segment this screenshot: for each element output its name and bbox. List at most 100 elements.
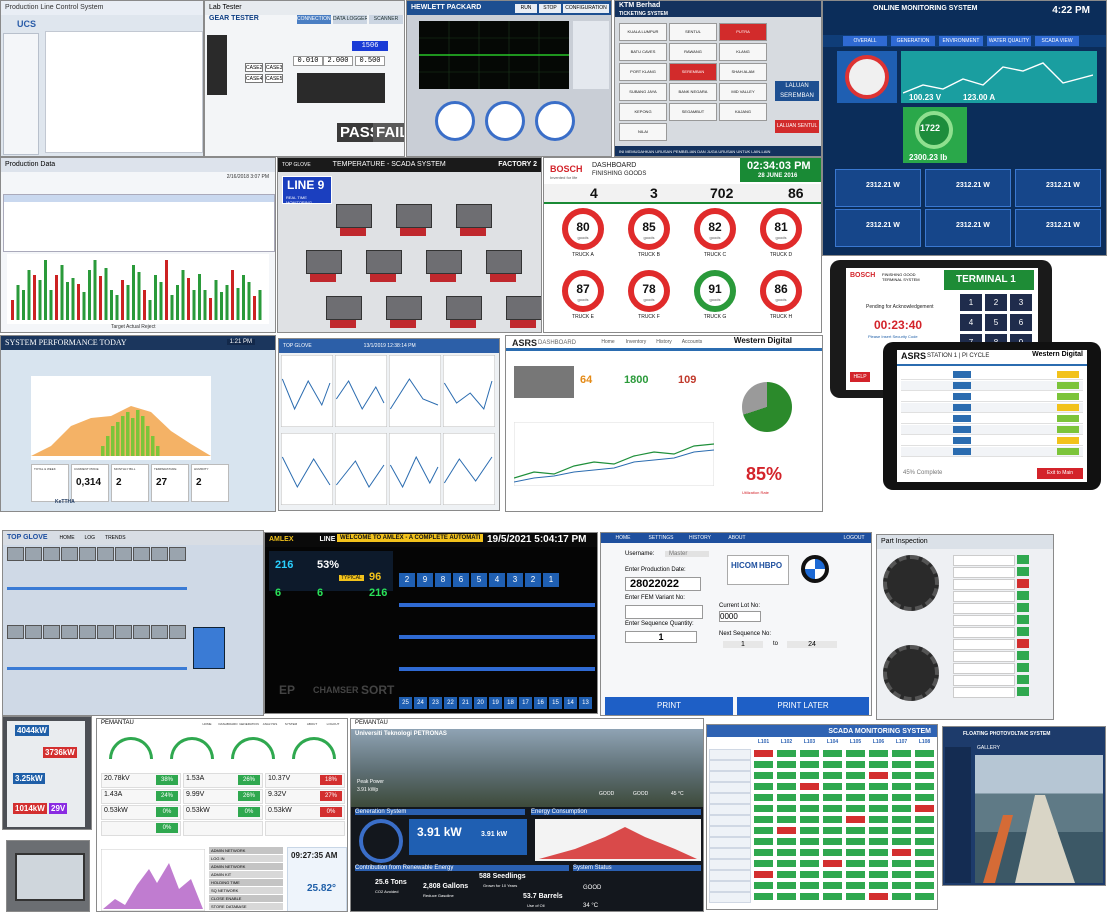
tab-overall[interactable]: OVERALL: [843, 36, 887, 46]
station-button[interactable]: KEPONG: [619, 103, 667, 121]
fem-field[interactable]: [625, 605, 703, 619]
meter-readout: 4044kW: [15, 725, 49, 736]
station-button[interactable]: PORT KLANG: [619, 63, 667, 81]
machine-block[interactable]: [79, 625, 96, 639]
station-button[interactable]: SENTUL: [669, 23, 717, 41]
machine-block[interactable]: [456, 204, 492, 228]
case-button[interactable]: CASE5: [265, 74, 283, 83]
keypad-key[interactable]: 5: [985, 314, 1007, 331]
station-button[interactable]: RAWANG: [669, 43, 717, 61]
station-button[interactable]: NILAI: [619, 123, 667, 141]
nav-tab[interactable]: LOGOUT: [323, 721, 343, 728]
machine-block[interactable]: [396, 204, 432, 228]
machine-block[interactable]: [486, 250, 522, 274]
tab-inventory[interactable]: Inventory: [622, 338, 650, 346]
tab-scada-view[interactable]: SCADA VIEW: [1035, 36, 1079, 46]
tab-about[interactable]: ABOUT: [723, 534, 751, 542]
check-status: [1017, 615, 1029, 624]
machine-block[interactable]: [133, 625, 150, 639]
machine-block[interactable]: [336, 204, 372, 228]
machine-block[interactable]: [386, 296, 422, 320]
machine-block[interactable]: [97, 547, 114, 561]
machine-block[interactable]: [446, 296, 482, 320]
keypad-key[interactable]: 2: [985, 294, 1007, 311]
machine-block[interactable]: [43, 625, 60, 639]
tab-settings[interactable]: SETTINGS: [645, 534, 677, 542]
configuration-button[interactable]: CONFIGURATION: [563, 4, 609, 13]
machine-block[interactable]: [43, 547, 60, 561]
tab-history[interactable]: HISTORY: [685, 534, 715, 542]
run-button[interactable]: RUN: [515, 4, 537, 13]
tab-history[interactable]: History: [652, 338, 676, 346]
station-button[interactable]: MID VALLEY: [719, 83, 767, 101]
tab-home[interactable]: Home: [596, 338, 620, 346]
machine-block[interactable]: [25, 547, 42, 561]
machine-block[interactable]: [97, 625, 114, 639]
station-button[interactable]: BANK NEGARA: [669, 83, 717, 101]
case-button[interactable]: CASE3: [265, 63, 283, 72]
machine-block[interactable]: [25, 625, 42, 639]
station-button[interactable]: KUALA LUMPUR: [619, 23, 667, 41]
case-button[interactable]: CASE2: [245, 63, 263, 72]
machine-block[interactable]: [169, 547, 186, 561]
station-button[interactable]: SHAH ALAM: [719, 63, 767, 81]
nav-tab[interactable]: GENERATION: [239, 721, 259, 728]
machine-block[interactable]: [61, 547, 78, 561]
tab-scanner[interactable]: SCANNER: [369, 15, 403, 24]
machine-block[interactable]: [7, 547, 24, 561]
machine-block[interactable]: [426, 250, 462, 274]
tab-generation[interactable]: GENERATION: [891, 36, 935, 46]
nav-log[interactable]: LOG: [85, 535, 96, 541]
station-button[interactable]: SEGAMBUT: [669, 103, 717, 121]
keypad-key[interactable]: 1: [960, 294, 982, 311]
machine-block[interactable]: [133, 547, 150, 561]
tab-water-quality[interactable]: WATER QUALITY: [987, 36, 1031, 46]
control-box[interactable]: [193, 627, 225, 669]
nav-tab[interactable]: ABOUT: [302, 721, 322, 728]
keypad-key[interactable]: 6: [1010, 314, 1032, 331]
machine-block[interactable]: [366, 250, 402, 274]
help-button[interactable]: HELP: [850, 372, 870, 382]
nav-trends[interactable]: TRENDS: [105, 535, 126, 541]
case-button[interactable]: CASE4: [245, 74, 263, 83]
nav-tab[interactable]: ANALYSIS: [260, 721, 280, 728]
machine-block[interactable]: [151, 625, 168, 639]
nav-home[interactable]: HOME: [60, 535, 75, 541]
station-button[interactable]: KAJANG: [719, 103, 767, 121]
station-button-highlight[interactable]: LALUAN SEREMBAN: [775, 81, 819, 101]
seq-field[interactable]: 1: [625, 631, 697, 643]
machine-block[interactable]: [61, 625, 78, 639]
machine-block[interactable]: [326, 296, 362, 320]
stop-button[interactable]: STOP: [539, 4, 561, 13]
tab-environment[interactable]: ENVIRONMENT: [939, 36, 983, 46]
tab-connections[interactable]: CONNECTIONS: [297, 15, 331, 24]
station-button[interactable]: BATU CAVES: [619, 43, 667, 61]
station-button-action[interactable]: LALUAN SENTUL: [775, 120, 819, 133]
print-button[interactable]: PRINT: [605, 697, 733, 715]
keypad-key[interactable]: 3: [1010, 294, 1032, 311]
tab-accounts[interactable]: Accounts: [678, 338, 706, 346]
station-button[interactable]: SUBANG JAYA: [619, 83, 667, 101]
keypad-key[interactable]: 4: [960, 314, 982, 331]
machine-block[interactable]: [115, 625, 132, 639]
machine-block[interactable]: [79, 547, 96, 561]
station-button[interactable]: PUTRA: [719, 23, 767, 41]
print-later-button[interactable]: PRINT LATER: [737, 697, 869, 715]
logout-button[interactable]: LOGOUT: [839, 534, 869, 542]
exit-button[interactable]: Exit to Main: [1037, 468, 1083, 479]
machine-block[interactable]: [506, 296, 541, 320]
nav-tab[interactable]: DASHBOARD: [218, 721, 238, 728]
prod-date-field[interactable]: 28022022: [625, 577, 701, 591]
machine-block[interactable]: [151, 547, 168, 561]
machine-block[interactable]: [306, 250, 342, 274]
status-cell: [776, 749, 797, 758]
machine-block[interactable]: [169, 625, 186, 639]
tab-home[interactable]: HOME: [609, 534, 637, 542]
nav-tab[interactable]: HOME: [197, 721, 217, 728]
station-button[interactable]: KLANG: [719, 43, 767, 61]
machine-block[interactable]: [7, 625, 24, 639]
tab-data-logger[interactable]: DATA LOGGER: [333, 15, 367, 24]
nav-tab[interactable]: SYSTEM: [281, 721, 301, 728]
station-button[interactable]: SEREMBAN: [669, 63, 717, 81]
machine-block[interactable]: [115, 547, 132, 561]
